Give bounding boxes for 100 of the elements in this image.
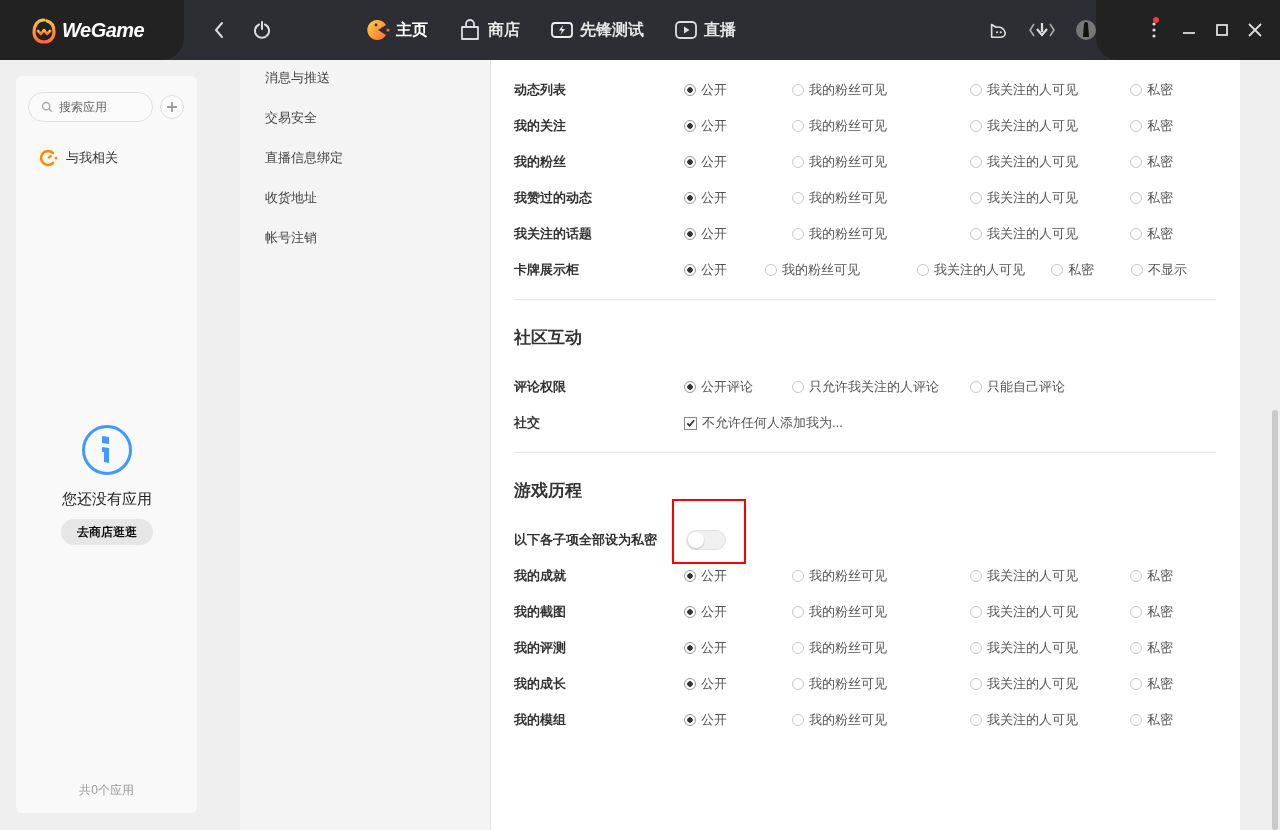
- settings-nav-item[interactable]: 收货地址: [265, 188, 317, 208]
- radio-option[interactable]: 公开: [684, 225, 792, 243]
- add-button[interactable]: [160, 95, 184, 119]
- radio-button[interactable]: [684, 192, 696, 204]
- radio-option[interactable]: 私密: [1130, 81, 1210, 99]
- radio-button[interactable]: [765, 264, 777, 276]
- radio-option[interactable]: 私密: [1130, 567, 1210, 585]
- radio-button[interactable]: [792, 156, 804, 168]
- radio-option[interactable]: 我关注的人可见: [970, 711, 1130, 729]
- radio-option[interactable]: 不显示: [1131, 261, 1211, 279]
- radio-option[interactable]: 我关注的人可见: [970, 603, 1130, 621]
- radio-option[interactable]: 公开: [684, 117, 792, 135]
- nav-tab[interactable]: 直播: [673, 18, 736, 42]
- radio-option[interactable]: 我的粉丝可见: [792, 711, 970, 729]
- radio-option[interactable]: 我关注的人可见: [970, 153, 1130, 171]
- radio-button[interactable]: [1130, 156, 1142, 168]
- radio-option[interactable]: 公开评论: [684, 378, 792, 396]
- radio-button[interactable]: [684, 84, 696, 96]
- radio-button[interactable]: [792, 84, 804, 96]
- search-field[interactable]: 搜索应用: [28, 92, 153, 122]
- radio-button[interactable]: [792, 606, 804, 618]
- radio-option[interactable]: 私密: [1130, 675, 1210, 693]
- radio-option[interactable]: 我的粉丝可见: [792, 117, 970, 135]
- avatar-icon[interactable]: [1075, 20, 1096, 40]
- radio-button[interactable]: [684, 381, 696, 393]
- toggle-switch[interactable]: [686, 530, 726, 550]
- radio-button[interactable]: [684, 642, 696, 654]
- radio-option[interactable]: 私密: [1051, 261, 1131, 279]
- radio-button[interactable]: [792, 192, 804, 204]
- radio-button[interactable]: [1130, 192, 1142, 204]
- radio-button[interactable]: [684, 228, 696, 240]
- radio-button[interactable]: [792, 120, 804, 132]
- radio-button[interactable]: [1130, 678, 1142, 690]
- radio-button[interactable]: [684, 156, 696, 168]
- radio-button[interactable]: [684, 714, 696, 726]
- radio-option[interactable]: 公开: [684, 81, 792, 99]
- radio-button[interactable]: [1130, 570, 1142, 582]
- radio-button[interactable]: [970, 642, 982, 654]
- radio-button[interactable]: [917, 264, 929, 276]
- radio-button[interactable]: [792, 570, 804, 582]
- radio-button[interactable]: [970, 192, 982, 204]
- radio-button[interactable]: [1130, 84, 1142, 96]
- radio-button[interactable]: [970, 714, 982, 726]
- settings-nav-item[interactable]: 帐号注销: [265, 228, 317, 248]
- radio-button[interactable]: [684, 606, 696, 618]
- radio-button[interactable]: [792, 678, 804, 690]
- radio-option[interactable]: 公开: [684, 567, 792, 585]
- radio-button[interactable]: [1051, 264, 1063, 276]
- radio-button[interactable]: [792, 228, 804, 240]
- radio-option[interactable]: 只允许我关注的人评论: [792, 378, 970, 396]
- radio-option[interactable]: 我的粉丝可见: [792, 81, 970, 99]
- radio-option[interactable]: 私密: [1130, 189, 1210, 207]
- radio-button[interactable]: [1130, 606, 1142, 618]
- radio-option[interactable]: 公开: [684, 189, 792, 207]
- radio-button[interactable]: [970, 381, 982, 393]
- radio-button[interactable]: [1130, 228, 1142, 240]
- radio-option[interactable]: 我关注的人可见: [970, 189, 1130, 207]
- radio-button[interactable]: [1131, 264, 1143, 276]
- store-button[interactable]: 去商店逛逛: [60, 519, 153, 545]
- radio-option[interactable]: 公开: [684, 603, 792, 621]
- nav-tab[interactable]: 先锋测试: [549, 18, 644, 42]
- radio-option[interactable]: 我的粉丝可见: [792, 639, 970, 657]
- radio-option[interactable]: 我关注的人可见: [970, 639, 1130, 657]
- radio-option[interactable]: 我的粉丝可见: [792, 603, 970, 621]
- radio-option[interactable]: 我关注的人可见: [970, 567, 1130, 585]
- radio-option[interactable]: 我的粉丝可见: [792, 153, 970, 171]
- radio-button[interactable]: [970, 228, 982, 240]
- radio-button[interactable]: [684, 678, 696, 690]
- radio-option[interactable]: 我的粉丝可见: [765, 261, 917, 279]
- radio-option[interactable]: 我关注的人可见: [970, 225, 1130, 243]
- radio-button[interactable]: [970, 678, 982, 690]
- radio-button[interactable]: [792, 714, 804, 726]
- nav-tab[interactable]: 商店: [457, 18, 520, 42]
- radio-button[interactable]: [1130, 120, 1142, 132]
- radio-option[interactable]: 公开: [684, 153, 792, 171]
- radio-option[interactable]: 我关注的人可见: [917, 261, 1051, 279]
- radio-button[interactable]: [970, 606, 982, 618]
- radio-option[interactable]: 公开: [684, 261, 765, 279]
- radio-button[interactable]: [1130, 642, 1142, 654]
- radio-option[interactable]: 私密: [1130, 711, 1210, 729]
- radio-option[interactable]: 我的粉丝可见: [792, 567, 970, 585]
- radio-button[interactable]: [970, 156, 982, 168]
- settings-nav-item[interactable]: 交易安全: [265, 108, 317, 128]
- radio-button[interactable]: [792, 381, 804, 393]
- radio-option[interactable]: 我的粉丝可见: [792, 225, 970, 243]
- radio-option[interactable]: 只能自己评论: [970, 378, 1130, 396]
- settings-nav-item[interactable]: 直播信息绑定: [265, 148, 343, 168]
- radio-option[interactable]: 私密: [1130, 225, 1210, 243]
- radio-button[interactable]: [684, 570, 696, 582]
- nav-tab[interactable]: 主页: [365, 18, 428, 42]
- radio-option[interactable]: 我关注的人可见: [970, 81, 1130, 99]
- radio-option[interactable]: 我的粉丝可见: [792, 189, 970, 207]
- settings-nav-item[interactable]: 消息与推送: [265, 68, 330, 88]
- checkbox[interactable]: [684, 416, 697, 430]
- radio-option[interactable]: 私密: [1130, 603, 1210, 621]
- radio-option[interactable]: 公开: [684, 675, 792, 693]
- sidebar-item[interactable]: 与我相关: [38, 148, 185, 168]
- radio-option[interactable]: 我的粉丝可见: [792, 675, 970, 693]
- radio-option[interactable]: 我关注的人可见: [970, 675, 1130, 693]
- radio-button[interactable]: [970, 120, 982, 132]
